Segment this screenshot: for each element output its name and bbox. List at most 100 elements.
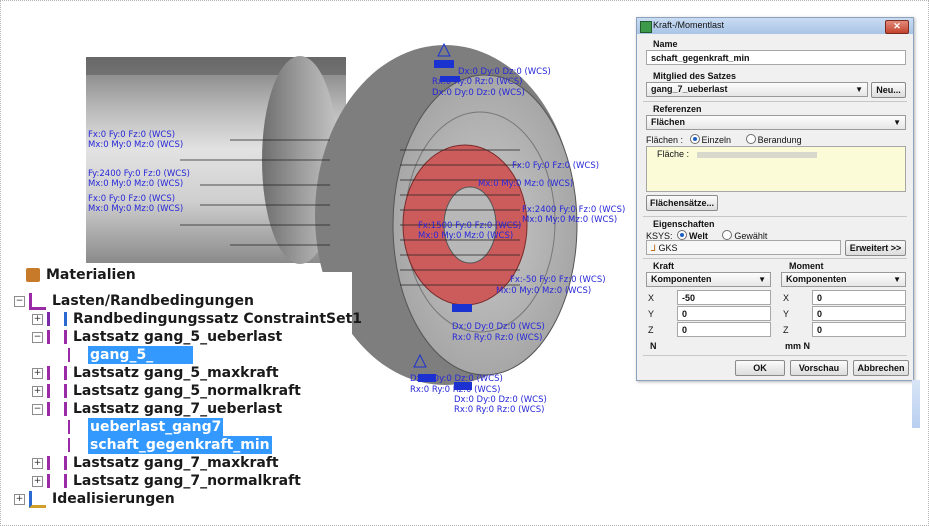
moment-x-label: X	[783, 293, 790, 303]
force-moment-load-dialog[interactable]: Kraft-/Momentlast ✕ Name schaft_gegenkra…	[636, 17, 914, 381]
moment-mode-select[interactable]: Komponenten ▼	[781, 272, 906, 287]
tree-item-loadset-g7-normalkraft[interactable]: + Lastsatz gang_7_normalkraft	[32, 472, 303, 490]
moment-z-input[interactable]: 0	[812, 322, 906, 337]
moment-label: Moment	[789, 261, 824, 271]
surface-sets-button[interactable]: Flächensätze...	[646, 195, 718, 211]
callout-top1-l2: Rx:0 Ry:0 Rz:0 (WCS)	[432, 77, 522, 87]
tree-item-label: schaft_gegenkraft_min	[88, 436, 272, 454]
references-label: Referenzen	[653, 104, 702, 114]
material-icon	[26, 268, 40, 282]
tree-item-label: Lastsatz gang_5_maxkraft	[73, 365, 279, 381]
collapse-icon[interactable]: −	[32, 331, 43, 343]
tree-item-load-g5[interactable]: gang_5_	[68, 346, 194, 364]
moment-y-label: Y	[783, 309, 790, 319]
collapse-icon[interactable]: −	[14, 295, 25, 307]
tree-item-loadset-g5-maxkraft[interactable]: + Lastsatz gang_5_maxkraft	[32, 364, 281, 382]
load-set-icon	[47, 384, 67, 398]
tree-item-label: Randbedingungssatz ConstraintSet1	[73, 311, 363, 327]
close-button[interactable]: ✕	[885, 20, 909, 34]
preview-button[interactable]: Vorschau	[790, 360, 848, 376]
tree-item-loadset-g5-normalkraft[interactable]: + Lastsatz gang_5_normalkraft	[32, 382, 303, 400]
window-edge-accent	[912, 380, 920, 428]
divider	[643, 101, 907, 102]
surface-list-label: Fläche :	[657, 149, 690, 159]
app-icon	[640, 21, 652, 33]
collapse-icon[interactable]: −	[32, 403, 43, 415]
csys-icon: ⅃	[651, 243, 657, 253]
tree-item-load-schaft[interactable]: schaft_gegenkraft_min	[68, 436, 272, 454]
surface-redacted	[697, 152, 817, 158]
expand-icon[interactable]: +	[32, 367, 43, 379]
csys-field[interactable]: ⅃ GKS	[646, 240, 841, 255]
callout-left2-l1: Fy:2400 Fy:0 Fz:0 (WCS)	[88, 169, 190, 179]
moment-unit: mm N	[785, 341, 811, 351]
tree-item-label: Lastsatz gang_7_ueberlast	[73, 401, 283, 417]
force-unit: N	[650, 341, 657, 351]
tree-item-constraint-set[interactable]: + Randbedingungssatz ConstraintSet1	[32, 310, 364, 328]
force-y-label: Y	[648, 309, 655, 319]
dropdown-arrow-icon: ▼	[893, 118, 901, 127]
callout-bottom1-l1: Dx:0 Dy:0 Dz:0 (WCS)	[452, 322, 545, 332]
expand-icon[interactable]: +	[32, 313, 43, 325]
dropdown-arrow-icon: ▼	[855, 85, 863, 94]
callout-top1-l1: Dx:0 Dy:0 Dz:0 (WCS)	[458, 67, 551, 77]
load-set-icon	[47, 474, 67, 488]
tree-item-load-ueberlast-g7[interactable]: ueberlast_gang7	[68, 418, 224, 436]
moment-y-input[interactable]: 0	[812, 306, 906, 321]
new-button[interactable]: Neu...	[871, 82, 906, 98]
callout-center-l2: Mx:0 My:0 Mz:0 (WCS)	[418, 231, 513, 241]
name-input[interactable]: schaft_gegenkraft_min	[646, 50, 906, 65]
radio-world[interactable]	[677, 230, 688, 240]
advanced-button[interactable]: Erweitert >>	[845, 240, 906, 256]
callout-center-l1: Fx:1500 Fy:0 Fz:0 (WCS)	[418, 221, 521, 231]
surfaces-label: Flächen :	[646, 135, 684, 145]
divider	[643, 355, 907, 356]
dialog-titlebar[interactable]: Kraft-/Momentlast ✕	[637, 18, 913, 34]
load-icon	[68, 438, 84, 452]
references-select[interactable]: Flächen ▼	[646, 115, 906, 130]
tree-item-label: ueberlast_gang7	[88, 418, 224, 436]
divider	[643, 216, 907, 217]
expand-icon[interactable]: +	[14, 493, 25, 505]
tree-item-idealizations[interactable]: + Idealisierungen	[14, 490, 177, 508]
expand-icon[interactable]: +	[32, 457, 43, 469]
force-x-input[interactable]: -50	[677, 290, 771, 305]
expand-icon[interactable]: +	[32, 385, 43, 397]
tree-item-loadset-g7-ueberlast[interactable]: − Lastsatz gang_7_ueberlast	[32, 400, 284, 418]
member-select[interactable]: gang_7_ueberlast ▼	[646, 82, 868, 97]
ok-button[interactable]: OK	[735, 360, 785, 376]
name-label: Name	[653, 39, 678, 49]
tree-item-label: Lasten/Randbedingungen	[52, 293, 254, 309]
callout-mid2-l1: Fx:2400 Fy:0 Fz:0 (WCS)	[522, 205, 625, 215]
tree-item-materials[interactable]: Materialien	[26, 266, 138, 284]
cancel-button[interactable]: Abbrechen	[853, 360, 909, 376]
callout-right1-l2: Mx:0 My:0 Mz:0 (WCS)	[496, 286, 591, 296]
radio-selected[interactable]	[722, 230, 733, 240]
dropdown-arrow-icon: ▼	[893, 275, 901, 284]
csys-value: GKS	[658, 243, 678, 253]
callout-right1-l1: Fx:-50 Fy:0 Fz:0 (WCS)	[510, 275, 606, 285]
force-mode-value: Komponenten	[651, 274, 712, 284]
radio-single[interactable]	[689, 134, 700, 144]
expand-icon[interactable]: +	[32, 475, 43, 487]
tree-item-loadset-g7-maxkraft[interactable]: + Lastsatz gang_7_maxkraft	[32, 454, 281, 472]
moment-x-input[interactable]: 0	[812, 290, 906, 305]
callout-bottom3-l2: Rx:0 Ry:0 Rz:0 (WCS)	[454, 405, 544, 415]
load-set-icon	[47, 456, 67, 470]
load-set-icon	[47, 402, 67, 416]
tree-item-loads[interactable]: − Lasten/Randbedingungen	[14, 292, 256, 310]
force-z-input[interactable]: 0	[677, 322, 771, 337]
moment-z-label: Z	[783, 325, 789, 335]
tree-item-label: Idealisierungen	[52, 491, 175, 507]
model-tree[interactable]: Materialien − Lasten/Randbedingungen + R…	[12, 267, 362, 522]
dialog-title: Kraft-/Momentlast	[653, 20, 725, 30]
idealization-icon	[29, 490, 46, 508]
radio-boundary[interactable]	[745, 134, 756, 144]
force-y-input[interactable]: 0	[677, 306, 771, 321]
surface-list[interactable]: Fläche :	[646, 146, 906, 192]
callout-mid1-l1: Fx:0 Fy:0 Fz:0 (WCS)	[512, 161, 599, 171]
tree-item-label: Lastsatz gang_5_ueberlast	[73, 329, 283, 345]
tree-item-loadset-g5-ueberlast[interactable]: − Lastsatz gang_5_ueberlast	[32, 328, 284, 346]
tree-item-label: Materialien	[46, 267, 136, 283]
force-mode-select[interactable]: Komponenten ▼	[646, 272, 771, 287]
